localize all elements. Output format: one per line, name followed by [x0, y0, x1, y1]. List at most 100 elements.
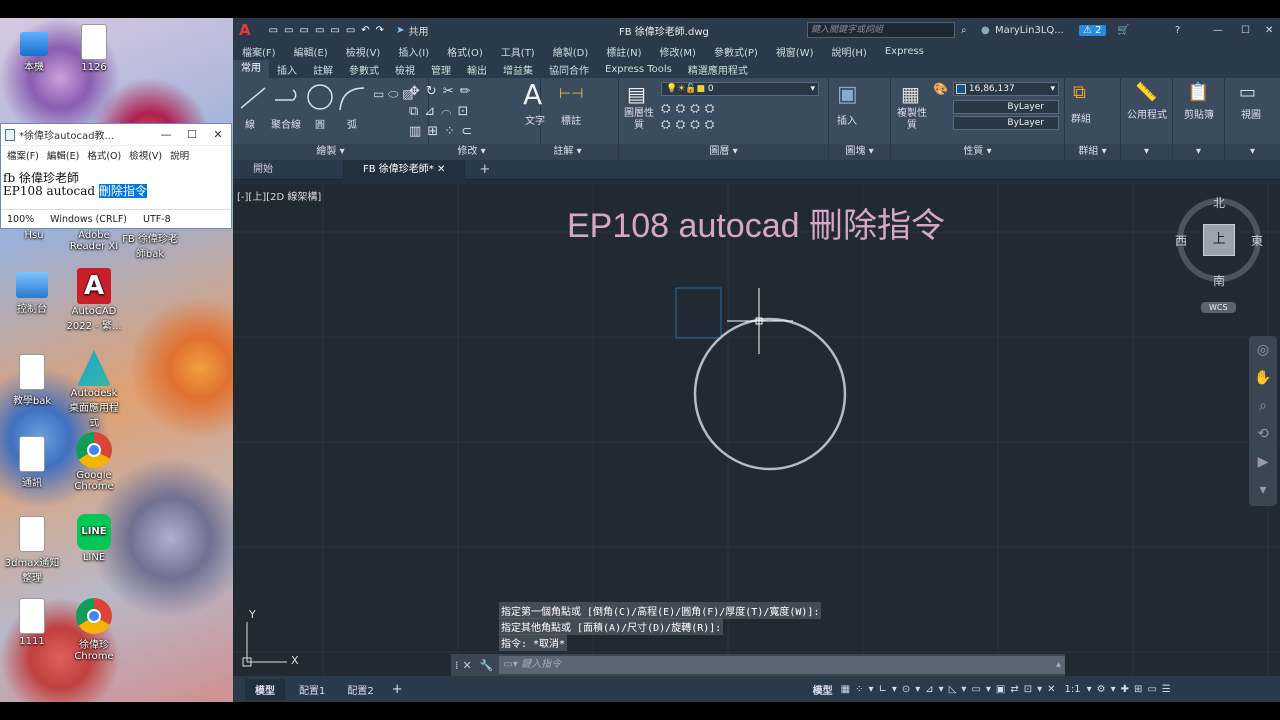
notepad-window[interactable]: *徐偉珍autocad教... — ☐ ✕ 檔案(F) 編輯(E) 格式(O) … [0, 123, 232, 229]
status-toggles[interactable]: ▦⁘▾∟▾⊙▾⊿▾◺▾▭▾▣⇄⊡▾✕ [841, 684, 1061, 695]
desktop-icon-fb-bak[interactable]: FB 徐偉珍老師bak [122, 230, 178, 260]
tab-parametric[interactable]: 參數式 [341, 62, 387, 77]
panel-groups-title[interactable]: 群組 ▾ [1065, 144, 1120, 160]
modify-tools-icons[interactable]: ✥↻✂✏ ⧉⊿⌒⊡ ▥⊞⁘⊂ [409, 82, 478, 142]
tab-express-tools[interactable]: Express Tools [597, 64, 680, 75]
minimize-icon[interactable]: — [153, 128, 179, 141]
maximize-icon[interactable]: ☐ [179, 128, 205, 141]
menu-help[interactable]: 說明(H) [823, 44, 876, 59]
desktop-icon-autocad[interactable]: A AutoCAD 2022 - 繁... [66, 268, 122, 332]
desktop-icon-adobe[interactable]: Adobe Reader XI [66, 230, 122, 252]
layer-dropdown[interactable]: 💡☀🔓■ 0 ▾ [661, 82, 819, 96]
new-tab-icon[interactable]: + [479, 162, 490, 177]
help-icon[interactable]: ? [1175, 25, 1180, 36]
desktop-icon-line[interactable]: LINE LINE [66, 514, 122, 563]
cart-icon[interactable]: 🛒 [1117, 25, 1129, 36]
lineweight-dropdown[interactable]: ByLayer [953, 116, 1059, 130]
panel-layers-title[interactable]: 圖層 ▾ [619, 144, 828, 160]
panel-utilities-expand[interactable]: ▾ [1121, 144, 1172, 160]
menu-edit[interactable]: 編輯(E) [285, 44, 337, 59]
wcs-menu[interactable]: WCS [1201, 302, 1236, 313]
arc-tool-label[interactable]: 弧 [347, 116, 357, 131]
tab-output[interactable]: 輸出 [459, 62, 495, 77]
desktop-icon-chrome[interactable]: Google Chrome [66, 432, 122, 492]
close-icon[interactable]: ✕ [205, 128, 231, 141]
panel-utilities[interactable]: 📏 公用程式 ▾ [1121, 78, 1173, 160]
insert-block-label[interactable]: 插入 [837, 112, 857, 127]
desktop-icon-1111[interactable]: 1111 [4, 598, 60, 647]
panel-block-title[interactable]: 圖塊 ▾ [829, 144, 890, 160]
tab-collaborate[interactable]: 協同合作 [541, 62, 597, 77]
navbar-menu-icon[interactable]: ▾ [1249, 476, 1277, 504]
desktop-icon-comm[interactable]: 通訊 [4, 436, 60, 489]
status-toggles-right[interactable]: ▾⚙▾✚⊞▭☰ [1087, 684, 1176, 695]
compass-south[interactable]: 南 [1213, 272, 1225, 289]
tab-home[interactable]: 常用 [233, 60, 269, 78]
tab-model[interactable]: 模型 [245, 678, 285, 700]
menu-draw[interactable]: 繪製(D) [544, 44, 598, 59]
menu-modify[interactable]: 修改(M) [651, 44, 705, 59]
search-icon[interactable]: ⌕ [961, 25, 967, 36]
layer-tools-icons[interactable]: ⛭⛭⛭⛭ ⛭⛭⛭⛭ [661, 100, 719, 132]
menu-view[interactable]: 檢視(V) [129, 148, 162, 162]
panel-view[interactable]: ▭ 視圖 ▾ [1225, 78, 1280, 160]
menu-tools[interactable]: 工具(T) [492, 44, 544, 59]
tab-manage[interactable]: 管理 [423, 62, 459, 77]
pan-icon[interactable]: ✋ [1249, 364, 1277, 392]
menu-edit[interactable]: 編輯(E) [47, 148, 79, 162]
panel-view-expand[interactable]: ▾ [1225, 144, 1280, 160]
menu-view[interactable]: 檢視(V) [337, 44, 390, 59]
polyline-tool-label[interactable]: 聚合線 [271, 116, 301, 131]
layer-properties-label[interactable]: 圖層性質 [623, 108, 655, 132]
model-space-toggle[interactable]: 模型 [813, 682, 833, 697]
menu-format[interactable]: 格式(O) [87, 148, 121, 162]
user-account[interactable]: MaryLin3LQ... [995, 25, 1064, 36]
share-button[interactable]: 共用 [408, 23, 428, 38]
line-tool-label[interactable]: 線 [245, 116, 255, 131]
zoom-icon[interactable]: ⌕ [1249, 392, 1277, 420]
command-input[interactable]: ▭▾ 鍵入指令 ▴ [499, 656, 1065, 674]
add-layout-icon[interactable]: + [392, 682, 403, 697]
close-icon[interactable]: ✕ [463, 659, 472, 672]
tab-current-drawing[interactable]: FB 徐偉珍老師* ✕ [343, 159, 466, 180]
close-icon[interactable]: ✕ [437, 164, 445, 175]
color-dropdown[interactable]: 16,86,137 ▾ [953, 82, 1059, 96]
drawing-canvas[interactable]: [-][上][2D 線架構] EP108 autocad 刪除指令 Y X 上 … [233, 184, 1280, 678]
compass-west[interactable]: 西 [1175, 232, 1187, 249]
desktop-icon-computer[interactable]: 本機 [6, 26, 62, 73]
notepad-text-area[interactable]: fb 徐偉珍老師 EP108 autocad 刪除指令 [1, 164, 231, 210]
desktop-icon-chrome-profile[interactable]: 徐偉珍 Chrome [66, 598, 122, 662]
menu-dimension[interactable]: 標註(N) [597, 44, 650, 59]
tab-start[interactable]: 開始 [233, 160, 293, 180]
tab-addins[interactable]: 增益集 [495, 62, 541, 77]
circle-entity[interactable] [693, 317, 847, 471]
customize-icon[interactable]: 🔧 [480, 659, 494, 672]
quick-access-toolbar[interactable]: ▭▭▭▭▭▭↶↷ [269, 25, 390, 36]
menu-format[interactable]: 格式(O) [438, 44, 492, 59]
compass-east[interactable]: 東 [1251, 232, 1263, 249]
autocad-logo-icon[interactable]: A [239, 21, 251, 39]
group-tool-label[interactable]: 群組 [1071, 110, 1091, 125]
tab-featured-apps[interactable]: 精選應用程式 [680, 62, 756, 77]
menu-file[interactable]: 檔案(F) [233, 44, 285, 59]
chevron-up-icon[interactable]: ▴ [1056, 656, 1061, 674]
tab-layout1[interactable]: 配置1 [291, 682, 333, 697]
tab-insert[interactable]: 插入 [269, 62, 305, 77]
drag-handle-icon[interactable]: ⁞ [455, 659, 459, 672]
orbit-icon[interactable]: ⟲ [1249, 420, 1277, 448]
compass-north[interactable]: 北 [1213, 194, 1225, 211]
notepad-titlebar[interactable]: *徐偉珍autocad教... — ☐ ✕ [1, 124, 231, 146]
desktop-icon-3dmax[interactable]: 3dmax通知整理 [4, 516, 60, 584]
panel-clipboard-expand[interactable]: ▾ [1173, 144, 1224, 160]
annotation-scale[interactable]: 1:1 [1064, 684, 1080, 695]
match-properties-label[interactable]: 複製性質 [897, 108, 927, 132]
tab-view[interactable]: 檢視 [387, 62, 423, 77]
showmotion-icon[interactable]: ▶ [1249, 448, 1277, 476]
menu-parametric[interactable]: 參數式(P) [705, 44, 767, 59]
panel-clipboard[interactable]: 📋 剪貼簿 ▾ [1173, 78, 1225, 160]
menu-help[interactable]: 說明 [170, 148, 189, 162]
minimize-icon[interactable]: — [1213, 25, 1223, 36]
linetype-dropdown[interactable]: ByLayer [953, 100, 1059, 114]
desktop-icon-teaching-bak[interactable]: 教學bak [4, 354, 60, 407]
menu-file[interactable]: 檔案(F) [7, 148, 39, 162]
